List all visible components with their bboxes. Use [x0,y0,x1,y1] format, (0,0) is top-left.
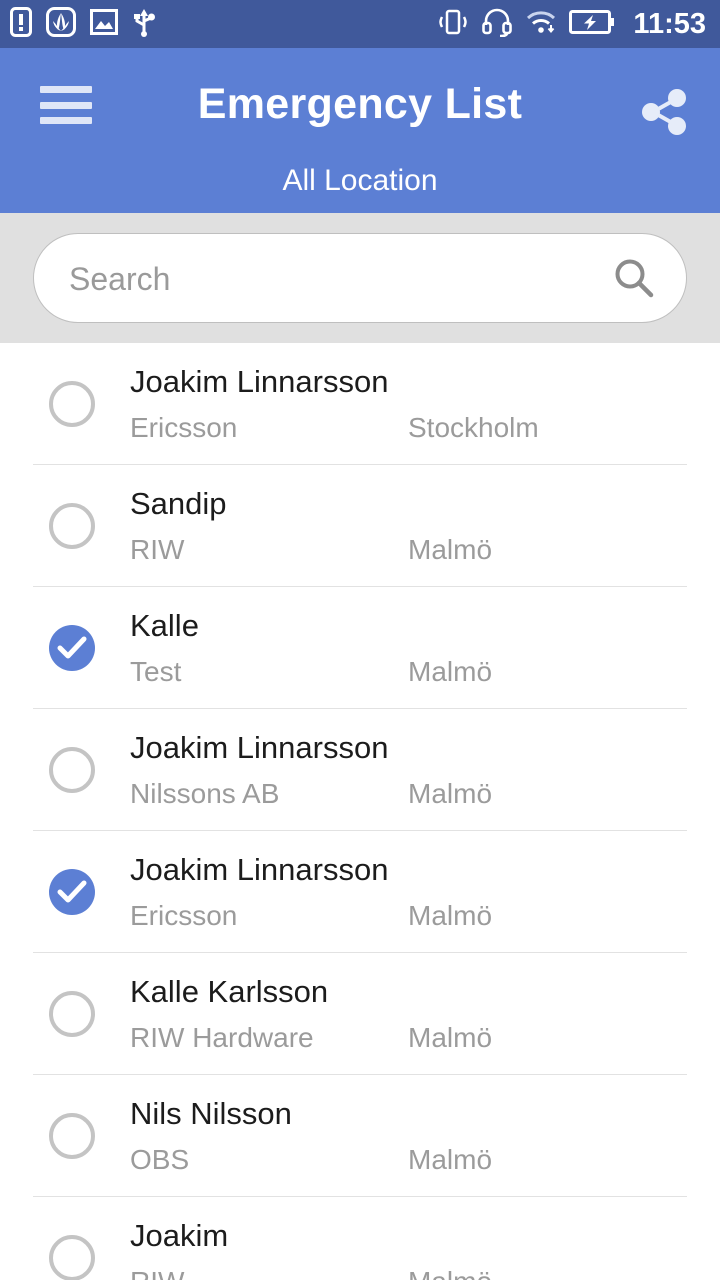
contact-city: Malmö [408,1144,493,1175]
list-item[interactable]: Joakim RIW Malmö [0,1197,720,1280]
status-bar-right-icons: 11:53 [437,7,706,42]
list-item[interactable]: Kalle Test Malmö [0,587,720,709]
list-item[interactable]: Joakim Linnarsson Ericsson Malmö [0,831,720,953]
search-area [0,213,720,343]
contact-name: Nils Nilsson [130,1096,292,1131]
battery-charging-icon [569,9,615,40]
list-item[interactable]: Nils Nilsson OBS Malmö [0,1075,720,1197]
contact-city: Malmö [408,656,493,687]
contact-city: Malmö [408,900,493,931]
app-screen: 11:53 Emergency List All Location Search… [0,0,720,1280]
contact-company: RIW [130,1265,184,1280]
sim-alert-icon [10,6,32,42]
contact-name: Joakim Linnarsson [130,730,389,765]
contact-company: Nilssons AB [130,778,280,809]
row-checkbox[interactable] [49,381,95,427]
contact-company: Ericsson [130,900,238,931]
share-icon[interactable] [636,84,692,140]
headset-icon [481,7,513,42]
row-checkbox[interactable] [49,1235,95,1280]
row-checkbox-checked[interactable] [49,625,95,671]
contact-city: Malmö [408,534,493,565]
contact-name: Sandip [130,486,227,521]
list-item[interactable]: Kalle Karlsson RIW Hardware Malmö [0,953,720,1075]
status-bar-left-icons [10,6,156,42]
check-icon [57,880,87,903]
contact-city: Stockholm [408,412,539,443]
list-item[interactable]: Joakim Linnarsson Ericsson Stockholm [0,343,720,465]
check-icon [57,636,87,659]
usb-icon [132,7,156,42]
contact-name: Joakim Linnarsson [130,852,389,887]
contact-name: Kalle Karlsson [130,974,329,1009]
image-icon [90,8,118,40]
row-checkbox[interactable] [49,991,95,1037]
wifi-icon [525,8,557,41]
contact-list[interactable]: Joakim Linnarsson Ericsson Stockholm San… [0,343,720,1280]
row-checkbox[interactable] [49,503,95,549]
contact-city: Malmö [408,1022,493,1053]
vibrate-icon [437,7,469,42]
app-leaf-icon [46,6,76,42]
contact-name: Joakim Linnarsson [130,364,389,399]
search-icon[interactable] [612,256,656,300]
contact-city: Malmö [408,778,493,809]
page-subtitle: All Location [282,164,438,197]
row-checkbox[interactable] [49,747,95,793]
app-bar-top-row: Emergency List [0,48,720,158]
status-bar: 11:53 [0,0,720,48]
list-item[interactable]: Joakim Linnarsson Nilssons AB Malmö [0,709,720,831]
contact-company: Test [130,656,182,687]
search-input[interactable] [67,234,601,324]
contact-company: RIW Hardware [130,1022,314,1053]
row-checkbox-checked[interactable] [49,869,95,915]
contact-company: OBS [130,1144,190,1175]
contact-name: Kalle [130,608,199,643]
search-bar[interactable] [33,233,687,324]
contact-company: RIW [130,534,185,565]
contact-company: Ericsson [130,412,238,443]
row-checkbox[interactable] [49,1113,95,1159]
page-title: Emergency List [197,80,523,128]
list-item[interactable]: Sandip RIW Malmö [0,465,720,587]
app-bar: Emergency List All Location [0,48,720,213]
contact-city: Malmö [408,1265,492,1280]
contact-name: Joakim [130,1218,229,1253]
status-bar-clock: 11:53 [633,7,706,40]
